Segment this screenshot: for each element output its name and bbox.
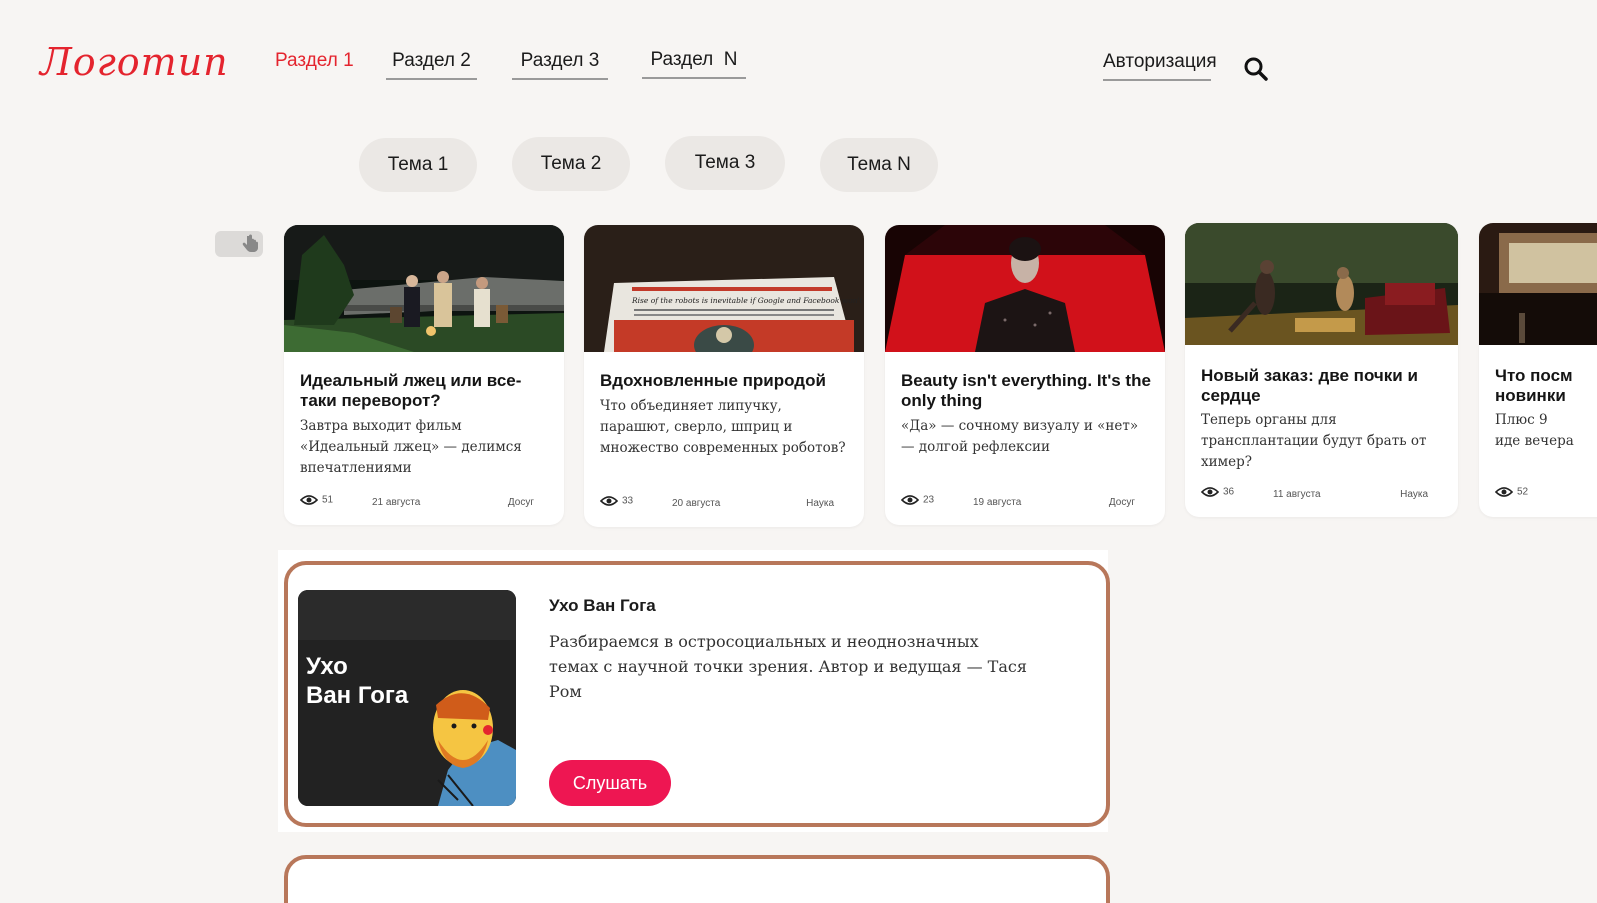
article-image [885, 225, 1165, 352]
nav-item-section-2[interactable]: Раздел 2 [386, 50, 477, 80]
eye-icon [900, 495, 920, 505]
views-count: 51 [299, 494, 333, 506]
newspaper-headline: Rise of the robots is inevitable if Goog… [631, 296, 864, 305]
listen-button[interactable]: Слушать [549, 760, 671, 806]
article-description: Завтра выходит фильм «Идеальный лжец» — … [300, 418, 522, 476]
article-card[interactable]: Rise of the robots is inevitable if Goog… [584, 225, 864, 527]
auth-link[interactable]: Авторизация [1103, 51, 1217, 81]
article-image: Rise of the robots is inevitable if Goog… [584, 225, 864, 352]
podcast-cover[interactable]: Ухо Ван Гога [298, 590, 516, 806]
eye-icon [299, 495, 319, 505]
article-description: «Да» — сочному визуалу и «нет» — долгой … [901, 418, 1139, 455]
article-card[interactable]: Что посм новинки Плюс 9 иде вечера 52 [1479, 223, 1597, 517]
views-count: 33 [599, 495, 633, 507]
eye-icon [1200, 487, 1220, 497]
podcast-title[interactable]: Ухо Ван Гога [549, 596, 656, 616]
article-date: 21 августа [372, 497, 421, 508]
views-count: 52 [1494, 486, 1528, 498]
article-card[interactable]: Beauty isn't everything. It's the only t… [885, 225, 1165, 525]
article-image [1185, 223, 1458, 345]
article-category[interactable]: Наука [1400, 489, 1428, 500]
search-icon[interactable] [1243, 56, 1269, 82]
logo[interactable]: Логотип [40, 40, 229, 84]
article-date: 20 августа [672, 498, 721, 509]
topic-pill-3[interactable]: Тема 3 [665, 136, 785, 190]
article-title[interactable]: Идеальный лжец или все-таки переворот? [300, 371, 550, 411]
podcast-card-next [284, 855, 1110, 903]
article-description: Теперь органы для трансплантации будут б… [1201, 412, 1427, 470]
nav-item-section-1[interactable]: Раздел 1 [275, 50, 354, 78]
topic-pill-2[interactable]: Тема 2 [512, 137, 630, 191]
article-title[interactable]: Beauty isn't everything. It's the only t… [901, 371, 1151, 411]
carousel-toggle[interactable] [215, 231, 263, 257]
topic-pill-1[interactable]: Тема 1 [359, 138, 477, 192]
views-count: 36 [1200, 486, 1234, 498]
eye-icon [1494, 487, 1514, 497]
article-card[interactable]: Идеальный лжец или все-таки переворот? З… [284, 225, 564, 525]
article-title[interactable]: Что посм новинки [1495, 366, 1575, 406]
article-card[interactable]: Новый заказ: две почки и сердце Теперь о… [1185, 223, 1458, 517]
article-image [284, 225, 564, 352]
topic-pill-n[interactable]: Тема N [820, 138, 938, 192]
podcast-card: Ухо Ван Гога Ухо Ван Гога Разбираемся в о… [284, 561, 1110, 827]
article-date: 11 августа [1273, 489, 1321, 500]
article-title[interactable]: Новый заказ: две почки и сердце [1201, 366, 1444, 406]
eye-icon [599, 496, 619, 506]
article-title[interactable]: Вдохновленные природой [600, 371, 850, 391]
views-count: 23 [900, 494, 934, 506]
podcast-cover-title: Ухо Ван Гога [306, 653, 409, 709]
article-date: 19 августа [973, 497, 1022, 508]
nav-item-section-3[interactable]: Раздел 3 [512, 50, 608, 80]
article-description: Плюс 9 иде вечера [1495, 412, 1574, 449]
article-image [1479, 223, 1597, 345]
article-description: Что объединяет липучку, парашют, сверло,… [600, 398, 846, 456]
article-category[interactable]: Наука [806, 498, 834, 509]
nav-item-section-n[interactable]: Раздел N [642, 49, 746, 79]
article-category[interactable]: Досуг [508, 497, 534, 508]
hand-pointer-icon [239, 233, 261, 255]
article-category[interactable]: Досуг [1109, 497, 1135, 508]
podcast-description: Разбираемся в остросоциальных и неоднозн… [549, 632, 1027, 701]
